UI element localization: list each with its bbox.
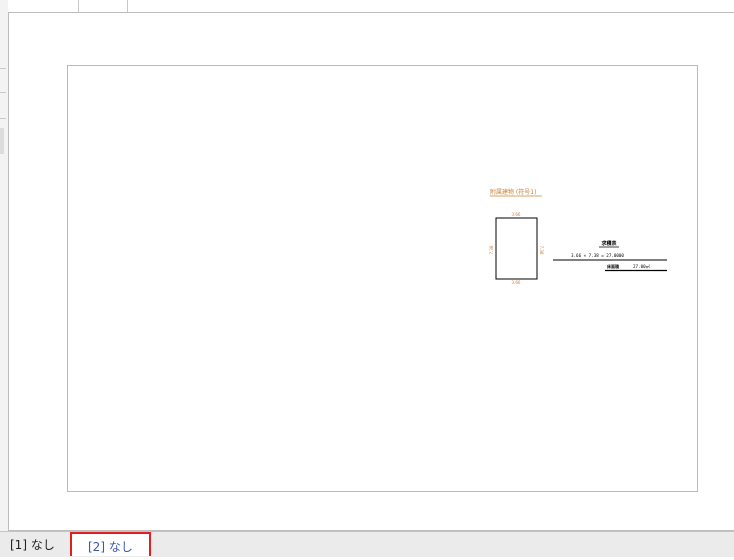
calc-heading: 求積表: [601, 240, 617, 247]
dimension-left: 7.38: [489, 245, 494, 254]
tab-sheet-1[interactable]: [1] なし: [2, 535, 63, 556]
calc-row: 3.66 × 7.38 = 27.0000: [571, 253, 624, 258]
ruler-tick: [0, 68, 6, 69]
plan-drawing: 附属建物 (符号1) 3.66 3.66 7.38 7.38 求積表 3.66 …: [489, 188, 667, 285]
sheet-tab-bar: [1] なし [2] なし: [0, 531, 734, 557]
dimension-right: 7.38: [539, 246, 544, 255]
ruler-tick: [0, 118, 6, 119]
plan-label: 附属建物 (符号1): [490, 188, 536, 196]
drawing-canvas[interactable]: 附属建物 (符号1) 3.66 3.66 7.38 7.38 求積表 3.66 …: [9, 13, 734, 531]
ruler-tick: [0, 92, 6, 93]
ruler-divider: [127, 0, 128, 12]
building-outline[interactable]: [495, 217, 538, 280]
area-label: 床面積: [607, 263, 620, 269]
left-ruler: [0, 0, 9, 532]
area-value: 27.00㎡: [633, 263, 651, 269]
dimension-bottom: 3.66: [512, 280, 521, 285]
ruler-marker: [0, 128, 4, 154]
top-ruler: [8, 0, 734, 13]
dimension-top: 3.66: [512, 212, 521, 217]
tab-sheet-2[interactable]: [2] なし: [70, 532, 151, 556]
ruler-divider: [78, 0, 79, 12]
